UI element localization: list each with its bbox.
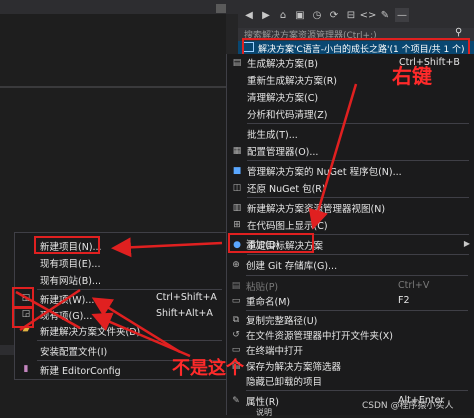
arrow-to-new-project (111, 237, 223, 258)
annotation-arrows (15, 83, 358, 358)
watermark: CSDN @程序猿小实人 (362, 401, 454, 411)
arrow-not-this-1 (91, 297, 181, 354)
arrow-to-add (308, 83, 358, 230)
arrow-not-this-2 (91, 312, 191, 358)
